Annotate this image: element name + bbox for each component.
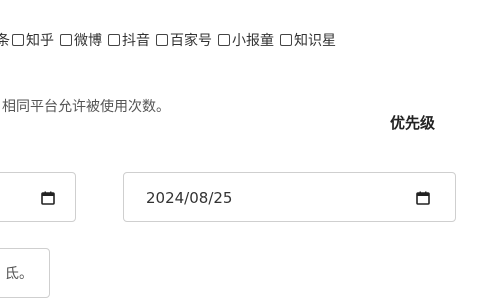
usage-count-hint: 相同平台允许被使用次数。: [2, 99, 170, 115]
priority-label: 优先级: [390, 114, 436, 132]
checkbox-xiaobaotong[interactable]: [218, 34, 230, 46]
usage-count-input[interactable]: 氐。: [0, 248, 50, 298]
platform-option-zhihu[interactable]: 知乎: [12, 30, 54, 50]
start-date-input[interactable]: [0, 172, 76, 222]
end-date-input[interactable]: 2024/08/25: [123, 172, 456, 222]
platform-option-zhishixingqiu[interactable]: 知识星: [280, 30, 336, 50]
platform-label-zhihu: 知乎: [26, 33, 54, 49]
platform-label-douyin: 抖音: [122, 33, 150, 49]
calendar-icon[interactable]: [41, 191, 55, 205]
usage-count-input-text: 氐。: [5, 266, 33, 282]
calendar-icon[interactable]: [416, 191, 430, 205]
platform-checkbox-row: 条 知乎 微博 抖音 百家号 小报童 知识星: [0, 30, 342, 50]
platform-label-truncated: 条: [0, 33, 10, 49]
form-area: 条 知乎 微博 抖音 百家号 小报童 知识星 相同平台允许被使用次数。 优先级: [0, 0, 480, 300]
checkbox-zhishixingqiu[interactable]: [280, 34, 292, 46]
end-date-value: 2024/08/25: [146, 189, 233, 207]
platform-label-xiaobaotong: 小报童: [232, 33, 274, 49]
checkbox-weibo[interactable]: [60, 34, 72, 46]
checkbox-douyin[interactable]: [108, 34, 120, 46]
platform-option-xiaobaotong[interactable]: 小报童: [218, 30, 274, 50]
checkbox-zhihu[interactable]: [12, 34, 24, 46]
platform-option-baijiahao[interactable]: 百家号: [156, 30, 212, 50]
platform-label-baijiahao: 百家号: [170, 33, 212, 49]
platform-label-zhishixingqiu: 知识星: [294, 33, 336, 49]
platform-option-douyin[interactable]: 抖音: [108, 30, 150, 50]
platform-label-weibo: 微博: [74, 33, 102, 49]
checkbox-baijiahao[interactable]: [156, 34, 168, 46]
platform-option-weibo[interactable]: 微博: [60, 30, 102, 50]
